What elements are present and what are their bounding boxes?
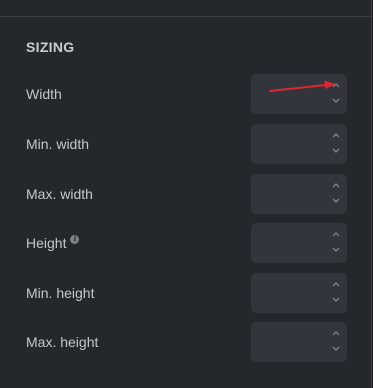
min-height-stepper[interactable] [331, 278, 341, 308]
chevron-up-icon[interactable] [331, 181, 341, 191]
height-label: Height i [26, 235, 80, 251]
min-height-field[interactable] [251, 273, 347, 313]
width-label: Width [26, 86, 62, 102]
max-height-label: Max. height [26, 334, 99, 350]
chevron-up-icon[interactable] [331, 230, 341, 240]
width-stepper[interactable] [331, 79, 341, 109]
chevron-up-icon[interactable] [331, 280, 341, 290]
min-width-stepper[interactable] [331, 129, 341, 159]
width-field[interactable] [251, 74, 347, 114]
info-icon[interactable]: i [70, 235, 80, 244]
chevron-up-icon[interactable] [331, 81, 341, 91]
chevron-down-icon[interactable] [331, 197, 341, 207]
section-title: SIZING [26, 39, 75, 55]
min-width-row: Min. width [0, 124, 372, 164]
divider [0, 16, 371, 17]
chevron-down-icon[interactable] [331, 296, 341, 306]
height-stepper[interactable] [331, 228, 341, 258]
max-width-row: Max. width [0, 174, 372, 214]
height-row: Height i [0, 223, 372, 263]
min-width-field[interactable] [251, 124, 347, 164]
width-row: Width [0, 74, 372, 114]
chevron-down-icon[interactable] [331, 345, 341, 355]
max-height-stepper[interactable] [331, 327, 341, 357]
min-height-input[interactable] [251, 273, 329, 313]
width-input[interactable] [251, 74, 329, 114]
chevron-down-icon[interactable] [331, 147, 341, 157]
min-width-label: Min. width [26, 136, 90, 152]
max-width-stepper[interactable] [331, 179, 341, 209]
max-width-label: Max. width [26, 186, 93, 202]
height-field[interactable] [251, 223, 347, 263]
chevron-down-icon[interactable] [331, 246, 341, 256]
min-width-input[interactable] [251, 124, 329, 164]
max-width-input[interactable] [251, 174, 329, 214]
chevron-up-icon[interactable] [331, 329, 341, 339]
max-height-input[interactable] [251, 322, 329, 362]
max-height-field[interactable] [251, 322, 347, 362]
max-width-field[interactable] [251, 174, 347, 214]
sizing-panel: SIZING Width Min. width Max. width Heigh… [0, 0, 372, 388]
height-input[interactable] [251, 223, 329, 263]
chevron-up-icon[interactable] [331, 131, 341, 141]
max-height-row: Max. height [0, 322, 372, 362]
min-height-label: Min. height [26, 285, 95, 301]
min-height-row: Min. height [0, 273, 372, 313]
height-label-text: Height [26, 235, 67, 251]
chevron-down-icon[interactable] [331, 97, 341, 107]
